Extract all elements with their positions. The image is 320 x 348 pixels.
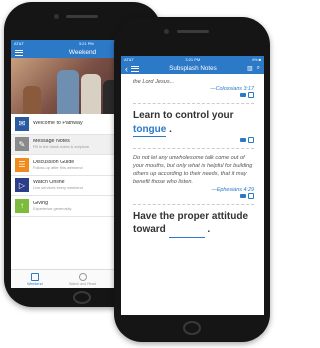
tab-weekend[interactable]: Weekend — [11, 270, 59, 288]
section-heading: Have the proper attitude toward . — [133, 210, 254, 238]
menu-icon[interactable] — [131, 65, 139, 72]
camera — [164, 29, 169, 34]
checkbox[interactable] — [248, 137, 254, 144]
status-bar: AT&T 3:21 PM 4% ■ — [121, 56, 264, 63]
tab-label: Watch and Read — [68, 281, 97, 286]
note-actions — [133, 192, 254, 199]
play-icon: ▷ — [15, 178, 29, 193]
heading-end: . — [207, 224, 211, 236]
home-button[interactable] — [73, 291, 91, 304]
section-heading: Learn to control your tongue . — [133, 109, 254, 138]
back-button[interactable]: ‹ — [125, 64, 128, 74]
list-item-title: Welcome to Pathway — [33, 120, 83, 126]
note-icon[interactable] — [240, 193, 246, 198]
chat-icon: ✉ — [15, 116, 29, 131]
carrier-label: AT&T — [14, 41, 24, 46]
heading-text: Learn to control your — [133, 110, 234, 122]
scripture-quote: the Lord Jesus... — [133, 79, 175, 85]
divider — [133, 148, 254, 150]
weekend-icon — [30, 272, 39, 281]
tab-watch-and-read[interactable]: Watch and Read — [59, 270, 107, 288]
app-header: AT&T 3:21 PM 4% ■ ‹ Subsplash Notes ▥ ⌕ — [121, 56, 264, 74]
checkbox[interactable] — [248, 92, 254, 99]
checkbox[interactable] — [248, 192, 254, 199]
page-title: Weekend — [68, 49, 97, 56]
right-phone: AT&T 3:21 PM 4% ■ ‹ Subsplash Notes ▥ ⌕ … — [114, 17, 270, 342]
list-item-subtitle: Live services every weekend — [33, 185, 83, 190]
time-label: 3:21 PM — [185, 57, 201, 62]
speaker — [66, 15, 98, 18]
menu-icon[interactable] — [15, 49, 23, 56]
page-title: Subsplash Notes — [169, 65, 217, 72]
camera — [54, 14, 59, 19]
search-icon[interactable]: ⌕ — [257, 65, 260, 72]
divider — [133, 103, 254, 105]
watch-icon — [78, 272, 87, 281]
home-button[interactable] — [183, 321, 201, 335]
speaker — [177, 30, 209, 33]
note-icon[interactable] — [240, 93, 246, 98]
note-actions — [133, 137, 254, 144]
discussion-icon: ☰ — [15, 157, 29, 172]
notes-icon: ✎ — [15, 137, 29, 152]
battery-icon: 4% ■ — [251, 57, 261, 62]
giving-icon: ↑ — [15, 198, 29, 213]
fill-in-blank[interactable] — [168, 223, 205, 238]
divider — [133, 203, 254, 205]
fill-in-blank[interactable]: tongue — [133, 123, 167, 138]
heading-end: . — [169, 123, 172, 135]
time-label: 3:21 PM — [78, 41, 94, 46]
tab-label: Weekend — [27, 281, 43, 286]
list-item-subtitle: Experience generosity — [33, 205, 72, 211]
list-item-subtitle: Follow-up after this weekend — [33, 164, 83, 170]
carrier-label: AT&T — [124, 57, 134, 62]
note-actions — [133, 92, 254, 99]
note-icon[interactable] — [240, 138, 246, 143]
notes-content: the Lord Jesus... —Colossians 3:17 Learn… — [121, 74, 264, 238]
chart-icon[interactable]: ▥ — [247, 65, 253, 72]
scripture-quote: Do not let any unwholesome talk come out… — [133, 155, 253, 186]
right-screen: AT&T 3:21 PM 4% ■ ‹ Subsplash Notes ▥ ⌕ … — [121, 56, 264, 315]
list-item-subtitle: Fill in the blank notes & scripture — [33, 144, 90, 149]
